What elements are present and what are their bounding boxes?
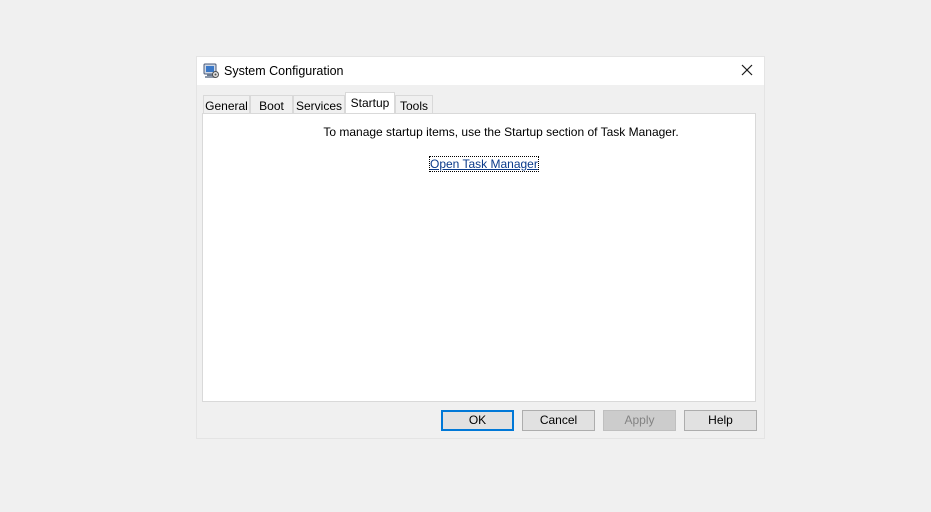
tab-tools[interactable]: Tools [395,95,433,113]
msconfig-icon [203,63,219,79]
close-button[interactable] [730,57,764,85]
window-title: System Configuration [224,64,344,78]
tab-startup[interactable]: Startup [345,92,395,113]
system-configuration-dialog: System Configuration General Boot Servic… [197,57,764,438]
tab-general[interactable]: General [203,95,250,113]
cancel-button[interactable]: Cancel [522,410,595,431]
startup-panel: To manage startup items, use the Startup… [202,113,756,402]
tab-services[interactable]: Services [293,95,345,113]
title-bar[interactable]: System Configuration [197,57,764,85]
apply-button[interactable]: Apply [603,410,676,431]
close-icon [741,64,753,79]
tab-boot[interactable]: Boot [250,95,293,113]
open-task-manager-link[interactable]: Open Task Manager [429,156,539,172]
help-button[interactable]: Help [684,410,757,431]
startup-message: To manage startup items, use the Startup… [323,125,679,139]
ok-button[interactable]: OK [441,410,514,431]
